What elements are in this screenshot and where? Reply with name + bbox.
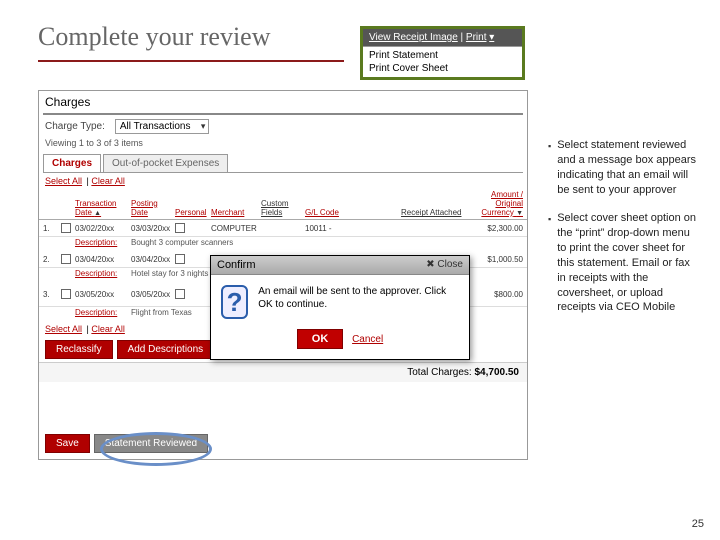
cell-amount: $1,000.50 [469, 255, 523, 264]
cell-amount: $800.00 [469, 290, 523, 299]
desc-text: Bought 3 computer scanners [131, 238, 523, 247]
select-all-link[interactable]: Select All [45, 324, 82, 334]
col-custom-fields[interactable]: Custom Fields [261, 199, 305, 217]
tabs: Charges Out-of-pocket Expenses [43, 154, 523, 173]
slide-title: Complete your review [38, 22, 271, 52]
row-num: 2. [43, 255, 61, 264]
cell-tdate: 03/04/20xx [75, 255, 131, 264]
dialog-title: Confirm [217, 259, 256, 271]
cell-amount: $2,300.00 [469, 224, 523, 233]
tab-charges[interactable]: Charges [43, 154, 101, 172]
table-header: Transaction Date ▲ Posting Date Personal… [39, 189, 527, 220]
total-row: Total Charges: $4,700.50 [39, 362, 527, 382]
print-menu-item[interactable]: Print Cover Sheet [369, 62, 516, 75]
view-receipt-link[interactable]: View Receipt Image [369, 32, 458, 43]
total-value: $4,700.50 [475, 367, 520, 378]
title-underline [38, 60, 344, 62]
cell-pdate: 03/05/20xx [131, 290, 175, 299]
clear-all-link[interactable]: Clear All [91, 324, 125, 334]
select-all-link[interactable]: Select All [45, 176, 82, 186]
desc-row: Description:Bought 3 computer scanners [39, 237, 527, 251]
cell-gl: 10011 - [305, 224, 349, 233]
charge-type-select[interactable]: All Transactions [115, 119, 210, 134]
col-merchant[interactable]: Merchant [211, 209, 261, 218]
personal-checkbox[interactable] [175, 254, 185, 264]
chevron-down-icon[interactable]: ▾ [489, 32, 494, 43]
confirm-dialog: Confirm ✖ Close ? An email will be sent … [210, 255, 470, 360]
row-checkbox[interactable] [61, 223, 71, 233]
personal-checkbox[interactable] [175, 289, 185, 299]
question-icon: ? [221, 285, 248, 319]
col-posting-date[interactable]: Posting Date [131, 200, 175, 218]
print-dropdown-callout: View Receipt Image | Print ▾ Print State… [360, 26, 525, 80]
cell-merchant: COMPUTER [211, 224, 261, 233]
desc-label: Description: [75, 269, 131, 278]
col-gl-code[interactable]: G/L Code [305, 209, 349, 218]
dialog-titlebar: Confirm ✖ Close [211, 256, 469, 275]
total-label: Total Charges: [407, 367, 471, 378]
sort-asc-icon: ▲ [94, 210, 101, 217]
row-checkbox[interactable] [61, 289, 71, 299]
row-num: 3. [43, 290, 61, 299]
slide-bullets: Select statement reviewed and a message … [548, 138, 698, 329]
tab-oop[interactable]: Out-of-pocket Expenses [103, 154, 228, 172]
print-menu-item[interactable]: Print Statement [369, 49, 516, 62]
bullet-item: Select statement reviewed and a message … [548, 138, 698, 197]
print-menu: Print Statement Print Cover Sheet [363, 47, 522, 77]
save-button[interactable]: Save [45, 434, 90, 453]
col-receipt[interactable]: Receipt Attached [401, 208, 469, 217]
page-number: 25 [692, 518, 704, 530]
dialog-body: ? An email will be sent to the approver.… [211, 275, 469, 329]
desc-label: Description: [75, 308, 131, 317]
col-personal[interactable]: Personal [175, 209, 211, 218]
highlight-ellipse [100, 432, 212, 466]
cell-tdate: 03/02/20xx [75, 224, 131, 233]
dialog-message: An email will be sent to the approver. C… [258, 285, 459, 311]
dialog-actions: OK Cancel [211, 329, 469, 359]
charge-type-label: Charge Type: [45, 121, 105, 132]
filter-row: Charge Type: All Transactions [39, 115, 527, 138]
cell-pdate: 03/03/20xx [131, 224, 175, 233]
bullet-item: Select cover sheet option on the “print”… [548, 211, 698, 315]
col-transaction-date[interactable]: Transaction Date ▲ [75, 200, 131, 218]
desc-label: Description: [75, 238, 131, 247]
ok-button[interactable]: OK [297, 329, 344, 349]
add-descriptions-button[interactable]: Add Descriptions [117, 340, 215, 359]
clear-all-link[interactable]: Clear All [91, 176, 125, 186]
row-checkbox[interactable] [61, 254, 71, 264]
print-link[interactable]: Print [466, 32, 487, 43]
viewing-count: Viewing 1 to 3 of 3 items [39, 138, 527, 152]
cancel-link[interactable]: Cancel [352, 334, 383, 345]
row-num: 1. [43, 224, 61, 233]
personal-checkbox[interactable] [175, 223, 185, 233]
panel-title: Charges [39, 91, 527, 113]
cell-pdate: 03/04/20xx [131, 255, 175, 264]
print-dropdown-header: View Receipt Image | Print ▾ [363, 29, 522, 47]
sort-desc-icon [516, 208, 523, 217]
cell-tdate: 03/05/20xx [75, 290, 131, 299]
table-row: 1. 03/02/20xx 03/03/20xx COMPUTER 10011 … [39, 220, 527, 237]
close-button[interactable]: ✖ Close [426, 259, 463, 271]
col-amount[interactable]: Amount / Original Currency [469, 191, 523, 217]
select-row-top: Select All | Clear All [39, 173, 527, 189]
reclassify-button[interactable]: Reclassify [45, 340, 113, 359]
